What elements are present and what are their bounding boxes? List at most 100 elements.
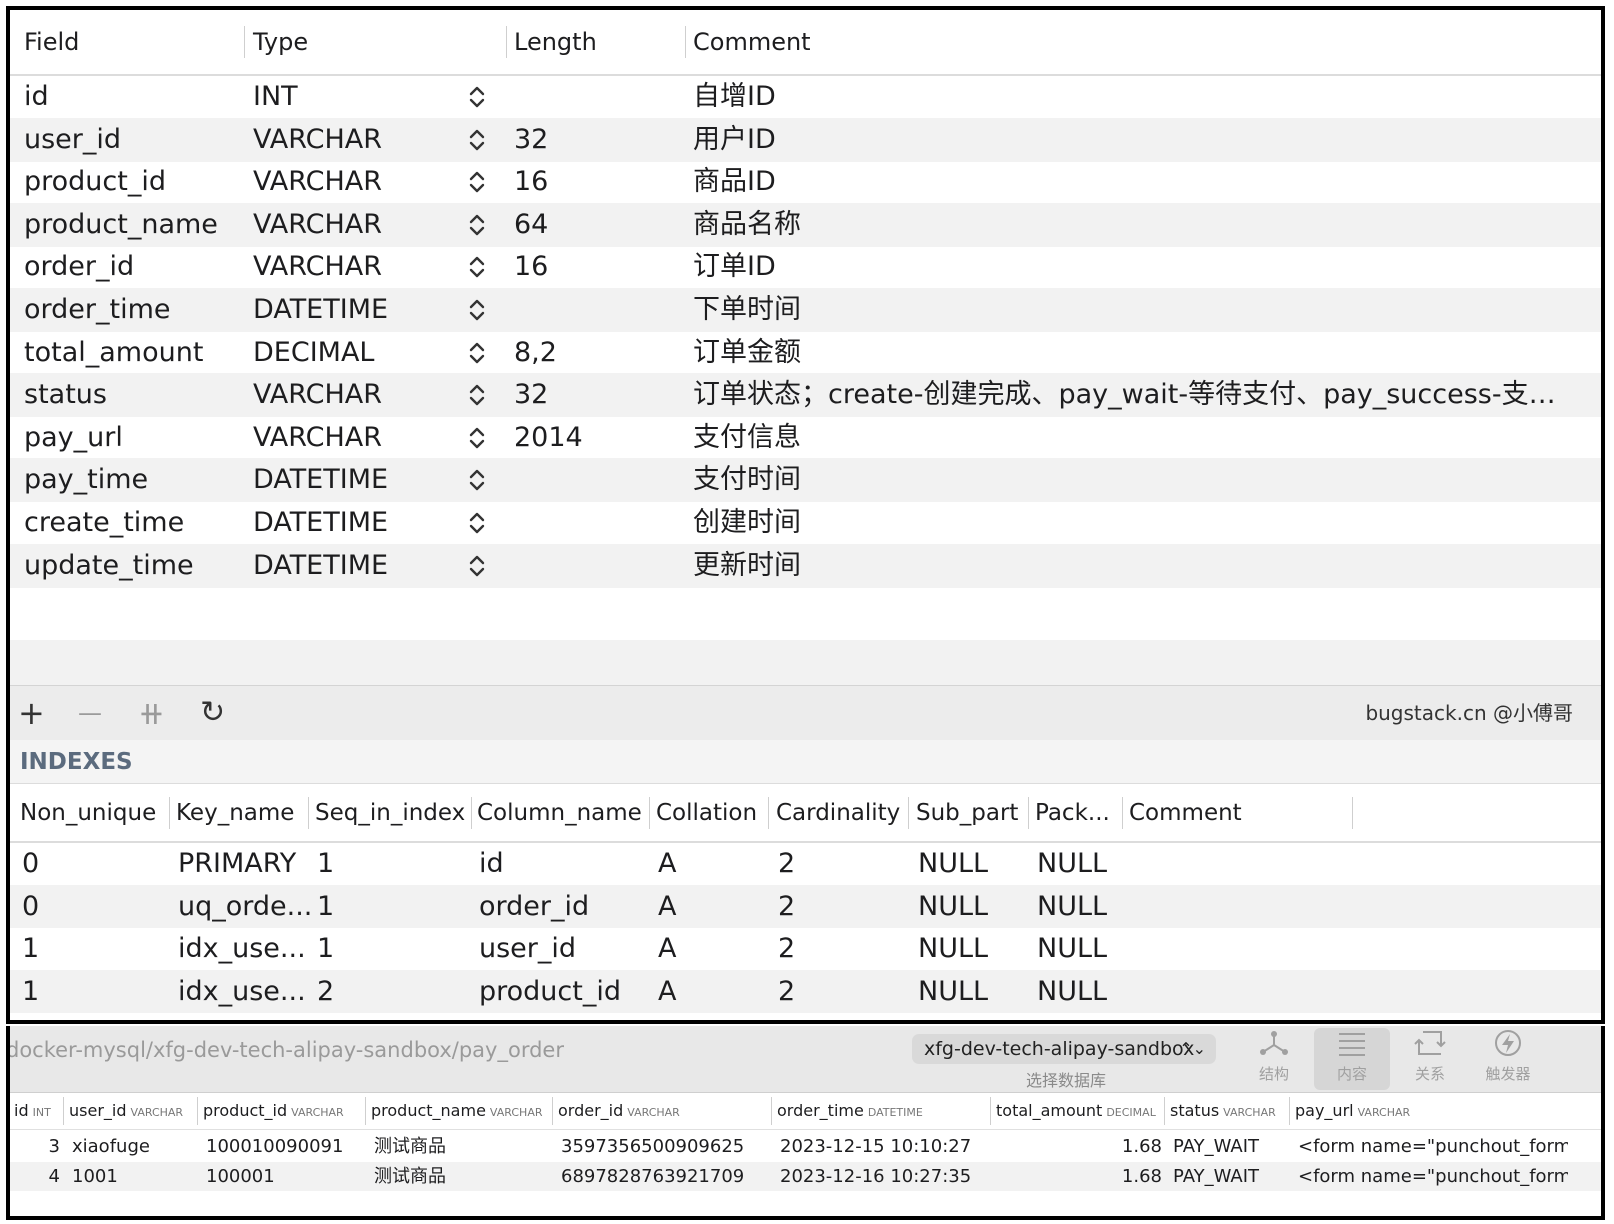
tab-content[interactable]: 内容 [1314, 1028, 1390, 1090]
content-cell[interactable]: xiaofuge [72, 1132, 197, 1161]
index-cell[interactable]: user_id [479, 927, 576, 970]
column-divider[interactable] [552, 1097, 553, 1125]
column-divider[interactable] [244, 26, 245, 58]
index-cell[interactable]: 2 [778, 970, 795, 1013]
field-length-cell[interactable]: 16 [514, 160, 674, 204]
field-length-cell[interactable] [514, 458, 674, 502]
structure-row[interactable]: create_time DATETIME 创建时间 [10, 501, 1601, 545]
type-stepper-icon[interactable] [468, 118, 486, 162]
content-header-order_time[interactable]: order_time DATETIME [777, 1093, 923, 1129]
index-header-3[interactable]: Column_name [477, 785, 642, 841]
header-type[interactable]: Type [253, 10, 308, 74]
type-stepper-icon[interactable] [468, 373, 486, 417]
content-header-total_amount[interactable]: total_amount DECIMAL [996, 1093, 1156, 1129]
structure-row[interactable]: pay_time DATETIME 支付时间 [10, 458, 1601, 503]
index-header-5[interactable]: Cardinality [776, 785, 900, 841]
index-cell[interactable]: 0 [22, 842, 39, 885]
field-length-cell[interactable] [514, 501, 674, 545]
content-cell[interactable]: 3597356500909625 [561, 1132, 771, 1161]
field-name-cell[interactable]: user_id [24, 118, 234, 162]
column-divider[interactable] [506, 26, 507, 58]
content-cell[interactable]: 6897828763921709 [561, 1162, 771, 1191]
field-name-cell[interactable]: product_id [24, 160, 234, 204]
type-stepper-icon[interactable] [468, 160, 486, 204]
index-cell[interactable]: 2 [778, 842, 795, 885]
column-divider[interactable] [63, 1097, 64, 1125]
index-row[interactable]: 0 uq_orde... 1 order_id A 2 NULL NULL [10, 884, 1601, 928]
tab-relations[interactable]: 关系 [1392, 1028, 1468, 1090]
index-cell[interactable]: PRIMARY [178, 842, 296, 885]
type-stepper-icon[interactable] [468, 331, 486, 375]
index-cell[interactable]: product_id [479, 970, 621, 1013]
field-type-cell[interactable]: VARCHAR [253, 245, 453, 289]
field-type-cell[interactable]: VARCHAR [253, 416, 453, 460]
refresh-button[interactable]: ↻ [200, 686, 225, 740]
field-comment-cell[interactable]: 订单金额 [693, 331, 1565, 375]
index-header-2[interactable]: Seq_in_index [315, 785, 465, 841]
type-stepper-icon[interactable] [468, 245, 486, 289]
index-cell[interactable]: 2 [317, 970, 334, 1013]
index-header-8[interactable]: Comment [1129, 785, 1242, 841]
field-length-cell[interactable]: 2014 [514, 416, 674, 460]
column-divider[interactable] [685, 26, 686, 58]
field-comment-cell[interactable]: 更新时间 [693, 544, 1565, 588]
field-comment-cell[interactable]: 下单时间 [693, 288, 1565, 332]
field-type-cell[interactable]: DATETIME [253, 458, 453, 502]
content-cell[interactable]: 1001 [72, 1162, 197, 1191]
content-header-id[interactable]: id INT [14, 1093, 51, 1129]
index-cell[interactable]: NULL [918, 970, 988, 1013]
content-cell[interactable]: 测试商品 [374, 1162, 554, 1191]
field-type-cell[interactable]: VARCHAR [253, 373, 453, 417]
field-name-cell[interactable]: order_time [24, 288, 234, 332]
column-divider[interactable] [308, 797, 309, 829]
structure-row[interactable]: product_name VARCHAR 64 商品名称 [10, 202, 1601, 247]
index-header-4[interactable]: Collation [656, 785, 757, 841]
column-divider[interactable] [1164, 1097, 1165, 1125]
column-divider[interactable] [990, 1097, 991, 1125]
index-cell[interactable]: 1 [22, 927, 39, 970]
type-stepper-icon[interactable] [468, 203, 486, 247]
index-cell[interactable]: A [658, 842, 676, 885]
field-type-cell[interactable]: VARCHAR [253, 203, 453, 247]
content-cell[interactable]: 2023-12-15 10:10:27 [780, 1132, 990, 1161]
index-row[interactable]: 1 idx_use... 2 product_id A 2 NULL NULL [10, 969, 1601, 1013]
index-cell[interactable]: A [658, 970, 676, 1013]
field-length-cell[interactable]: 16 [514, 245, 674, 289]
column-divider[interactable] [1122, 797, 1123, 829]
content-header-pay_url[interactable]: pay_url VARCHAR [1295, 1093, 1410, 1129]
field-name-cell[interactable]: id [24, 75, 234, 119]
index-cell[interactable]: NULL [1037, 970, 1107, 1013]
index-cell[interactable]: idx_use... [178, 927, 306, 970]
column-divider[interactable] [908, 797, 909, 829]
field-comment-cell[interactable]: 用户ID [693, 118, 1565, 162]
index-cell[interactable]: NULL [1037, 885, 1107, 928]
field-comment-cell[interactable]: 支付时间 [693, 458, 1565, 502]
field-name-cell[interactable]: pay_url [24, 416, 234, 460]
index-cell[interactable]: NULL [918, 927, 988, 970]
index-cell[interactable]: 0 [22, 885, 39, 928]
field-type-cell[interactable]: DECIMAL [253, 331, 453, 375]
column-divider[interactable] [1028, 797, 1029, 829]
field-name-cell[interactable]: create_time [24, 501, 234, 545]
header-comment[interactable]: Comment [693, 10, 811, 74]
index-cell[interactable]: NULL [918, 885, 988, 928]
type-stepper-icon[interactable] [468, 75, 486, 119]
type-stepper-icon[interactable] [468, 544, 486, 588]
index-cell[interactable]: 2 [778, 885, 795, 928]
structure-row[interactable]: product_id VARCHAR 16 商品ID [10, 160, 1601, 204]
remove-field-button[interactable]: — [78, 686, 102, 740]
content-cell[interactable]: 3 [10, 1132, 60, 1161]
tab-structure[interactable]: 结构 [1236, 1028, 1312, 1090]
structure-row[interactable]: update_time DATETIME 更新时间 [10, 543, 1601, 588]
index-header-1[interactable]: Key_name [176, 785, 294, 841]
field-name-cell[interactable]: status [24, 373, 234, 417]
index-cell[interactable]: 2 [778, 927, 795, 970]
column-divider[interactable] [365, 1097, 366, 1125]
structure-row[interactable]: id INT 自增ID [10, 75, 1601, 119]
content-header-user_id[interactable]: user_id VARCHAR [69, 1093, 183, 1129]
column-divider[interactable] [471, 797, 472, 829]
index-cell[interactable]: A [658, 927, 676, 970]
header-field[interactable]: Field [24, 10, 79, 74]
field-comment-cell[interactable]: 商品ID [693, 160, 1565, 204]
field-comment-cell[interactable]: 自增ID [693, 75, 1565, 119]
